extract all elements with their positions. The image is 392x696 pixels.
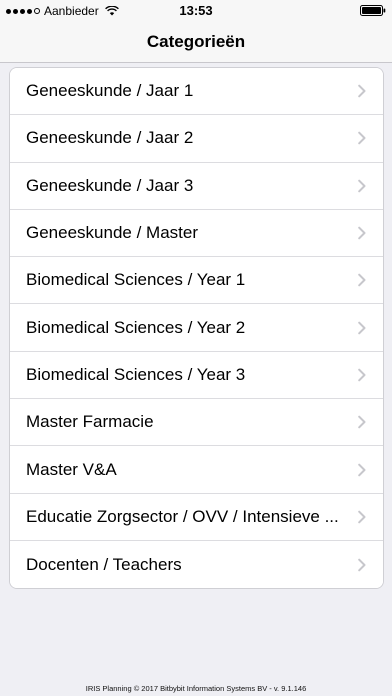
chevron-right-icon bbox=[358, 179, 366, 193]
category-row[interactable]: Master V&A bbox=[10, 446, 383, 494]
status-time: 13:53 bbox=[179, 3, 213, 18]
category-row[interactable]: Geneeskunde / Jaar 1 bbox=[10, 68, 383, 116]
navigation-bar: Categorieën bbox=[0, 22, 392, 63]
battery-icon bbox=[360, 5, 386, 16]
category-label: Biomedical Sciences / Year 1 bbox=[26, 270, 246, 290]
chevron-right-icon bbox=[358, 415, 366, 429]
category-row[interactable]: Docenten / Teachers bbox=[10, 540, 383, 589]
category-row[interactable]: Master Farmacie bbox=[10, 399, 383, 447]
chevron-right-icon bbox=[358, 463, 366, 476]
category-label: Biomedical Sciences / Year 3 bbox=[26, 364, 246, 384]
category-list: Geneeskunde / Jaar 1 Geneeskunde / Jaar 2… bbox=[9, 67, 384, 590]
category-row[interactable]: Geneeskunde / Jaar 2 bbox=[10, 115, 383, 163]
chevron-right-icon bbox=[358, 368, 366, 382]
category-label: Docenten / Teachers bbox=[26, 554, 182, 574]
category-label: Master Farmacie bbox=[26, 412, 154, 432]
chevron-right-icon bbox=[358, 226, 366, 240]
status-bar: Aanbieder 13:53 bbox=[0, 0, 392, 22]
category-row[interactable]: Biomedical Sciences / Year 1 bbox=[10, 257, 383, 305]
page-title: Categorieën bbox=[146, 32, 246, 51]
chevron-right-icon bbox=[358, 510, 366, 524]
category-label: Biomedical Sciences / Year 2 bbox=[26, 317, 246, 337]
category-label: Geneeskunde / Jaar 1 bbox=[26, 81, 194, 101]
category-label: Master V&A bbox=[26, 459, 117, 479]
category-label: Geneeskunde / Jaar 3 bbox=[26, 175, 194, 195]
chevron-right-icon bbox=[358, 274, 366, 287]
category-label: Geneeskunde / Master bbox=[26, 223, 198, 243]
category-row[interactable]: Biomedical Sciences / Year 2 bbox=[10, 304, 383, 352]
category-row[interactable]: Geneeskunde / Jaar 3 bbox=[10, 162, 383, 210]
category-row[interactable]: Biomedical Sciences / Year 3 bbox=[10, 351, 383, 400]
category-row[interactable]: Educatie Zorgsector / OVV / Intensieve .… bbox=[10, 493, 383, 541]
footer-copyright: IRIS Planning © 2017 Bitbybit Informatio… bbox=[85, 684, 307, 693]
chevron-right-icon bbox=[358, 321, 366, 334]
category-label: Geneeskunde / Jaar 2 bbox=[26, 128, 194, 148]
chevron-right-icon bbox=[358, 132, 366, 145]
category-row[interactable]: Geneeskunde / Master bbox=[10, 209, 383, 258]
chevron-right-icon bbox=[358, 558, 366, 571]
category-label: Educatie Zorgsector / OVV / Intensieve .… bbox=[26, 506, 339, 526]
status-right bbox=[360, 5, 386, 19]
chevron-right-icon bbox=[358, 84, 366, 98]
